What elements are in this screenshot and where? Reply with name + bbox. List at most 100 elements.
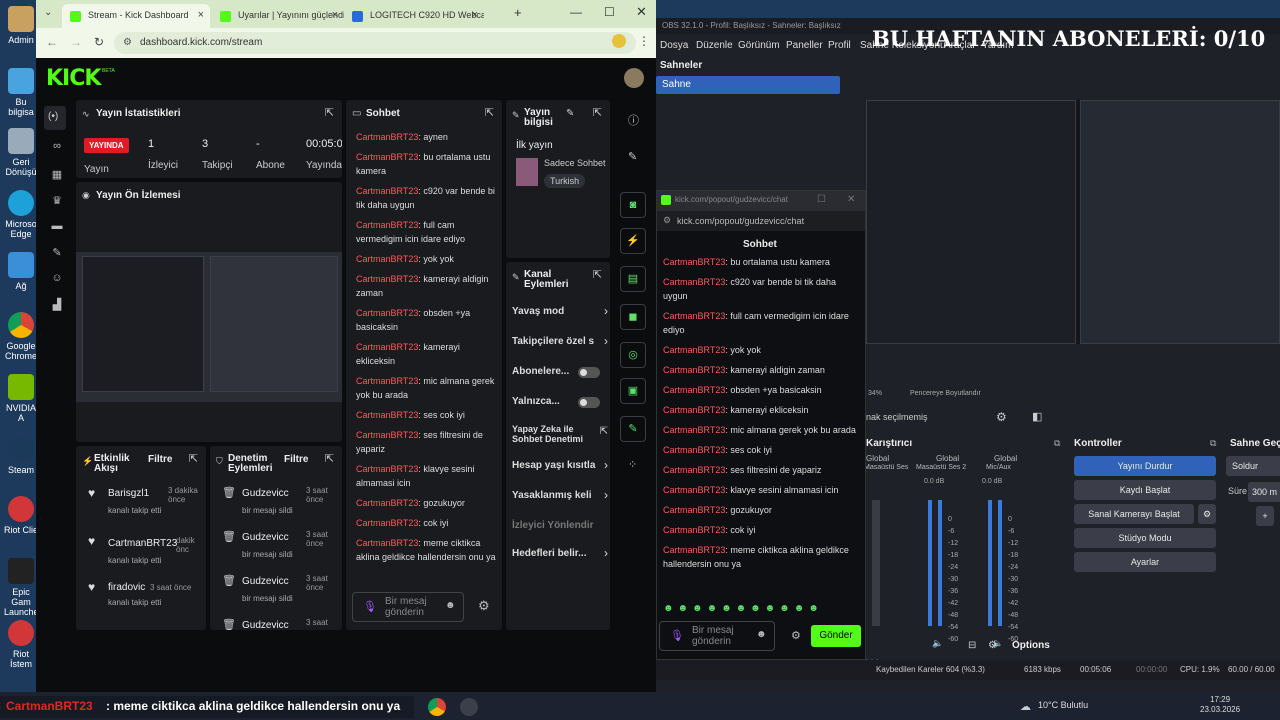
virtual-camera-settings-gear-icon[interactable]: ⚙ (1198, 504, 1216, 524)
menu-docks[interactable]: Paneller (786, 40, 823, 51)
popout-url-bar[interactable]: ⚙ kick.com/popout/gudzevicc/chat (657, 211, 865, 231)
mixer-settings-icon[interactable]: ⚙ (988, 640, 997, 651)
chat-username[interactable]: CartmanBRT23 (356, 342, 418, 352)
minimize-icon[interactable]: — (570, 5, 582, 19)
quick-notes-button[interactable]: ▤ (620, 266, 646, 292)
moderation-filter-button[interactable]: Filtre (284, 454, 308, 465)
tab-search-icon[interactable]: ⌄ (44, 7, 52, 18)
layout-icon[interactable]: ⊟ (968, 640, 976, 651)
desktop-icon-admin[interactable]: Admin (4, 6, 38, 45)
more-dots-icon[interactable]: ⁘ (628, 458, 637, 471)
popout-chat-input[interactable]: 🎙 Bir mesaj gönderin ☻ (659, 621, 775, 651)
desktop-icon-edge[interactable]: Microso Edge (4, 190, 38, 239)
forward-icon[interactable]: → (70, 35, 82, 49)
nav-stream-active[interactable]: (•) (44, 106, 66, 130)
properties-gear-icon[interactable]: ⚙ (996, 410, 1007, 424)
menu-view[interactable]: Görünüm (738, 40, 780, 51)
action-followers-only[interactable]: Takipçilere özel s › (512, 332, 608, 354)
desktop-icon-nvidia[interactable]: NVIDIA A (4, 374, 38, 423)
chat-username[interactable]: CartmanBRT23 (663, 385, 725, 395)
desktop-icon-riot-2[interactable]: Riot İstem (4, 620, 38, 669)
chat-username[interactable]: CartmanBRT23 (356, 254, 418, 264)
back-icon[interactable]: ← (46, 35, 58, 49)
action-emote-only[interactable]: Yalnızca... (512, 392, 608, 414)
chat-username[interactable]: CartmanBRT23 (663, 311, 725, 321)
action-set-goals[interactable]: Hedefleri belir... › (512, 544, 608, 566)
mic-icon[interactable]: 🎙 (363, 600, 377, 613)
chat-username[interactable]: CartmanBRT23 (663, 485, 725, 495)
maximize-icon[interactable]: ☐ (817, 194, 826, 205)
action-account-age[interactable]: Hesap yaşı kısıtla › (512, 456, 608, 478)
edit-icon[interactable]: ✎ (566, 108, 574, 119)
chat-username[interactable]: CartmanBRT23 (663, 505, 725, 515)
clock-date[interactable]: 23.03.2026 (1200, 705, 1240, 714)
chat-settings-gear-icon[interactable]: ⚙ (478, 598, 490, 614)
action-banned-words[interactable]: Yasaklanmış keli › (512, 486, 608, 508)
start-virtual-camera-button[interactable]: Sanal Kamerayı Başlat (1074, 504, 1194, 524)
toggle-switch[interactable] (578, 397, 600, 408)
options-dropdown[interactable]: Options (1012, 640, 1050, 651)
chat-username[interactable]: CartmanBRT23 (663, 365, 725, 375)
chat-settings-gear-icon[interactable]: ⚙ (791, 629, 801, 642)
chat-input[interactable]: 🎙 Bir mesaj gönderin ☻ (352, 592, 464, 622)
chat-username[interactable]: CartmanBRT23 (356, 132, 418, 142)
quick-tools-button[interactable]: ✎ (620, 416, 646, 442)
user-avatar[interactable] (624, 68, 644, 88)
emote-icon[interactable]: ☻ (445, 600, 456, 611)
users-icon[interactable]: ☺ (50, 272, 64, 286)
calendar-icon[interactable]: ▦ (50, 168, 64, 182)
kick-logo[interactable]: KICK (46, 66, 101, 91)
popout-message-list[interactable]: CartmanBRT23: bu ortalama ustu kamera Car… (663, 255, 859, 599)
new-tab-icon[interactable]: + (514, 5, 522, 20)
trophy-icon[interactable]: ♛ (50, 194, 64, 208)
chat-username[interactable]: CartmanBRT23 (356, 274, 418, 284)
menu-profile[interactable]: Profil (828, 40, 851, 51)
close-window-icon[interactable]: ✕ (636, 4, 647, 20)
chat-message-list[interactable]: CartmanBRT23: aynen CartmanBRT23: bu orta… (356, 130, 496, 584)
stats-icon[interactable]: ▟ (50, 298, 64, 312)
emote-bar[interactable]: ☻☻☻☻☻☻☻☻☻☻☻ (663, 603, 859, 617)
obs-preview-canvas[interactable] (866, 100, 1280, 344)
action-subscribers-only[interactable]: Abonelere... (512, 362, 608, 384)
dock-popout-icon[interactable]: ⧉ (1210, 438, 1216, 449)
chat-username[interactable]: CartmanBRT23 (356, 220, 418, 230)
close-tab-icon[interactable]: × (198, 9, 204, 21)
stop-stream-button[interactable]: Yayını Durdur (1074, 456, 1216, 476)
chat-username[interactable]: CartmanBRT23 (356, 498, 418, 508)
tab-alerts[interactable]: Uyarılar | Yayınını güçlendir × (212, 4, 344, 28)
activity-filter-button[interactable]: Filtre (148, 454, 172, 465)
close-window-icon[interactable]: ✕ (847, 194, 855, 205)
expand-icon[interactable]: ⇱ (189, 452, 198, 465)
quick-clip-button[interactable]: ◙ (620, 192, 646, 218)
chat-username[interactable]: CartmanBRT23 (663, 277, 725, 287)
close-tab-icon[interactable]: × (332, 9, 338, 21)
chrome-taskbar-icon[interactable] (428, 698, 446, 716)
start-recording-button[interactable]: Kaydı Başlat (1074, 480, 1216, 500)
menu-edit[interactable]: Düzenle (696, 40, 733, 51)
quick-media-button[interactable]: ▣ (620, 378, 646, 404)
quick-flash-button[interactable]: ⚡ (620, 228, 646, 254)
add-transition-icon[interactable]: + (1256, 506, 1274, 526)
emote-icon[interactable]: ☻ (756, 629, 767, 640)
desktop-icon-epic[interactable]: Epic Gam Launche (4, 558, 39, 617)
clock-time[interactable]: 17:29 (1210, 695, 1230, 704)
chat-username[interactable]: CartmanBRT23 (356, 464, 418, 474)
chat-username[interactable]: CartmanBRT23 (663, 445, 725, 455)
desktop-icon-steam[interactable]: Steam (4, 436, 38, 475)
quick-chat-button[interactable]: ◼ (620, 304, 646, 330)
chat-username[interactable]: CartmanBRT23 (356, 518, 418, 528)
action-slow-mode[interactable]: Yavaş mod › (512, 302, 608, 324)
expand-icon[interactable]: ⇱ (485, 106, 494, 119)
chat-username[interactable]: CartmanBRT23 (663, 405, 725, 415)
stream-preview-video[interactable] (76, 252, 342, 402)
settings-button[interactable]: Ayarlar (1074, 552, 1216, 572)
studio-mode-button[interactable]: Stüdyo Modu (1074, 528, 1216, 548)
obs-taskbar-icon[interactable] (460, 698, 478, 716)
filters-icon[interactable]: ◧ (1032, 410, 1042, 423)
desktop-icon-riot[interactable]: Riot Clie (4, 496, 38, 535)
link-icon[interactable]: ∞ (50, 140, 64, 154)
site-info-icon[interactable]: ⚙ (123, 37, 132, 48)
speaker-icon[interactable]: 🔈 (932, 638, 943, 649)
chat-username[interactable]: CartmanBRT23 (356, 410, 418, 420)
toggle-switch[interactable] (578, 367, 600, 378)
